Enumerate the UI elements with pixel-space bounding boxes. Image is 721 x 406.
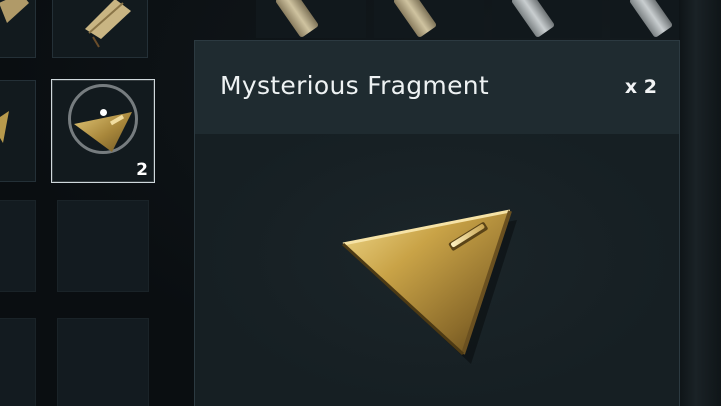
inventory-slot[interactable] [0,0,36,58]
background-edge [679,0,721,406]
empty-inventory-slot[interactable] [57,318,149,406]
item-quantity: x 2 [624,76,657,98]
item-detail-panel: Mysterious Fragment x 2 [194,40,680,406]
inventory-screen: 2 Mysterious Fragment x 2 [0,0,721,406]
scroll-icon [85,0,131,48]
material-icon [510,0,556,39]
inventory-slot[interactable] [0,80,36,182]
inventory-slot[interactable] [492,0,602,39]
inventory-slot[interactable] [374,0,484,39]
empty-inventory-slot[interactable] [0,318,36,406]
material-icon [274,0,320,39]
inventory-slot[interactable] [256,0,366,39]
empty-inventory-slot[interactable] [0,200,36,292]
item-name: Mysterious Fragment [220,71,490,100]
material-icon [392,0,438,39]
selected-inventory-slot[interactable]: 2 [51,79,155,183]
item-detail-header: Mysterious Fragment x 2 [195,41,679,134]
scroll-icon [0,0,29,23]
inventory-slot[interactable] [52,0,148,58]
empty-inventory-slot[interactable] [57,200,149,292]
triangle-fragment-icon [0,111,9,143]
material-icon [628,0,674,39]
triangle-fragment-icon [341,209,517,364]
background-item-strip [250,0,721,40]
item-count: 2 [136,160,148,180]
item-preview-area [195,134,679,406]
